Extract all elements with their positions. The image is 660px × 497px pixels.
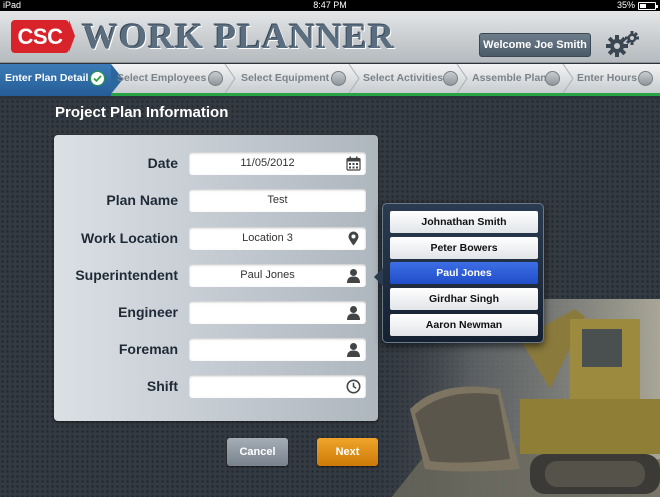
superintendent-row: Superintendent Paul Jones <box>54 262 378 288</box>
step-status-circle-icon <box>208 71 223 86</box>
chevron-right-icon <box>224 64 236 93</box>
shift-row: Shift <box>54 373 378 399</box>
chevron-right-icon <box>562 64 574 93</box>
superintendent-field[interactable]: Paul Jones <box>189 264 366 287</box>
picker-option[interactable]: Girdhar Singh <box>390 288 538 310</box>
step-status-circle-icon <box>638 71 653 86</box>
clock-icon[interactable] <box>346 379 361 394</box>
step-status-circle-icon <box>545 71 560 86</box>
step-select-employees[interactable]: Select Employees <box>117 64 233 96</box>
project-plan-form: Date 11/05/2012 Plan Name Test Work Loca… <box>54 135 378 421</box>
person-icon[interactable] <box>346 342 361 357</box>
date-row: Date 11/05/2012 <box>54 150 378 176</box>
step-label: Enter Plan Detail <box>5 72 89 84</box>
work-location-field[interactable]: Location 3 <box>189 227 366 250</box>
superintendent-value: Paul Jones <box>240 269 295 281</box>
step-label: Select Employees <box>117 72 207 84</box>
date-field[interactable]: 11/05/2012 <box>189 152 366 175</box>
battery-percent: 35% <box>616 0 635 10</box>
engineer-label: Engineer <box>118 304 178 320</box>
picker-option[interactable]: Johnathan Smith <box>390 211 538 233</box>
chevron-right-icon <box>456 64 468 93</box>
superintendent-picker-popover: Johnathan Smith Peter Bowers Paul Jones … <box>374 203 544 343</box>
step-label: Select Equipment <box>241 72 330 84</box>
shift-label: Shift <box>146 378 178 394</box>
map-pin-icon[interactable] <box>346 231 361 246</box>
csc-logo: CSC <box>11 20 75 53</box>
step-label: Enter Hours <box>577 72 638 84</box>
app-header: CSC WORK PLANNER Welcome Joe Smith <box>0 11 660 63</box>
picker-option[interactable]: Peter Bowers <box>390 237 538 259</box>
person-icon[interactable] <box>346 268 361 283</box>
battery-indicator: 35% <box>616 0 658 11</box>
chevron-right-icon <box>348 64 360 93</box>
check-icon <box>90 71 105 86</box>
plan-name-row: Plan Name Test <box>54 187 378 213</box>
status-bar: iPad 8:47 PM 35% <box>0 0 660 11</box>
engineer-row: Engineer <box>54 299 378 325</box>
plan-name-label: Plan Name <box>106 192 178 208</box>
step-select-equipment[interactable]: Select Equipment <box>241 64 355 96</box>
step-enter-plan-detail[interactable]: Enter Plan Detail <box>0 64 123 96</box>
cancel-button[interactable]: Cancel <box>227 438 288 466</box>
wizard-step-bar: Enter Plan Detail Select Employees Selec… <box>0 64 660 96</box>
date-label: Date <box>147 155 178 171</box>
battery-icon <box>638 1 658 10</box>
step-status-circle-icon <box>331 71 346 86</box>
step-enter-hours[interactable]: Enter Hours <box>577 64 660 96</box>
picker-option[interactable]: Aaron Newman <box>390 314 538 336</box>
app-title: WORK PLANNER <box>82 16 396 56</box>
step-label: Select Activities <box>363 72 444 84</box>
section-title: Project Plan Information <box>55 104 229 121</box>
welcome-user-button[interactable]: Welcome Joe Smith <box>479 33 591 57</box>
work-location-row: Work Location Location 3 <box>54 225 378 251</box>
clock: 8:47 PM <box>313 0 347 10</box>
superintendent-label: Superintendent <box>75 267 178 283</box>
foreman-label: Foreman <box>118 341 178 357</box>
step-assemble-plan[interactable]: Assemble Plan <box>472 64 564 96</box>
engineer-field[interactable] <box>189 301 366 324</box>
work-location-label: Work Location <box>81 230 178 246</box>
step-label: Assemble Plan <box>472 72 547 84</box>
picker-option-selected[interactable]: Paul Jones <box>390 262 538 284</box>
plan-name-field[interactable]: Test <box>189 189 366 212</box>
person-icon[interactable] <box>346 305 361 320</box>
foreman-field[interactable] <box>189 338 366 361</box>
date-value: 11/05/2012 <box>240 157 295 169</box>
calendar-icon[interactable] <box>346 156 361 171</box>
work-location-value: Location 3 <box>242 232 293 244</box>
shift-field[interactable] <box>189 375 366 398</box>
settings-gear-icon[interactable] <box>603 29 641 59</box>
step-select-activities[interactable]: Select Activities <box>363 64 459 96</box>
next-button[interactable]: Next <box>317 438 378 466</box>
foreman-row: Foreman <box>54 336 378 362</box>
